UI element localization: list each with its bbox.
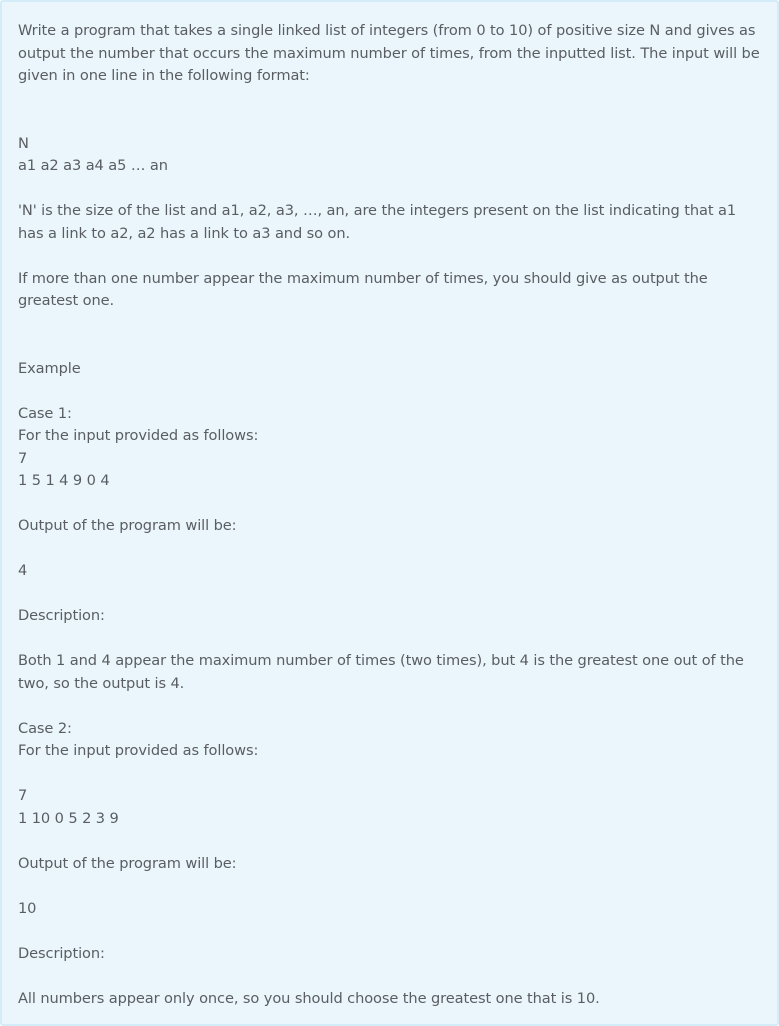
case2-input-prompt: For the input provided as follows: <box>18 742 259 759</box>
case2-description-label: Description: <box>18 944 105 962</box>
case1-output-prompt: Output of the program will be: <box>18 517 237 534</box>
case2-label: Case 2: <box>18 719 72 737</box>
tie-rule: If more than one number appear the maxim… <box>18 269 713 310</box>
case2-output: 10 <box>18 899 37 917</box>
problem-intro: Write a program that takes a single link… <box>18 22 765 84</box>
problem-content: Write a program that takes a single link… <box>18 20 763 1010</box>
format-explanation: 'N' is the size of the list and a1, a2, … <box>18 202 741 242</box>
case2-description: All numbers appear only once, so you sho… <box>18 989 600 1007</box>
case2-output-prompt: Output of the program will be: <box>18 854 237 872</box>
case1-input-prompt: For the input provided as follows: <box>18 427 259 444</box>
case1-label: Case 1: <box>18 404 72 422</box>
example-heading: Example <box>18 359 81 377</box>
case1-n: 7 <box>18 449 28 467</box>
case2-n: 7 <box>18 787 28 804</box>
case1-description: Both 1 and 4 appear the maximum number o… <box>18 652 749 692</box>
case1-output: 4 <box>18 562 28 579</box>
case2-list: 1 10 0 5 2 3 9 <box>18 809 119 827</box>
case1-list: 1 5 1 4 9 0 4 <box>18 472 110 489</box>
case1-description-label: Description: <box>18 607 105 624</box>
format-line-list: a1 a2 a3 a4 a5 … an <box>18 157 168 174</box>
format-line-n: N <box>18 134 29 152</box>
problem-panel: Write a program that takes a single link… <box>0 0 779 1026</box>
